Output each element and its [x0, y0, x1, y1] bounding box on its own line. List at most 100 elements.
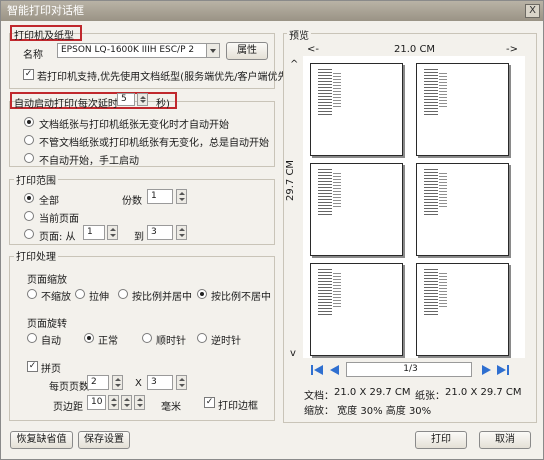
auto-start-title: 自动启动打印(每次延时 — [14, 99, 118, 110]
range-pages-radio[interactable] — [24, 229, 34, 239]
per-page-x-input[interactable]: 2 — [87, 375, 109, 390]
preview-page-1 — [310, 63, 403, 156]
properties-button[interactable]: 属性 — [226, 42, 268, 60]
scale-stretch-radio[interactable] — [75, 289, 85, 299]
height-arrow-bottom: v — [290, 348, 296, 359]
page-text-lines — [333, 173, 341, 209]
print-button[interactable]: 打印 — [415, 431, 467, 449]
page-text-lines — [424, 69, 438, 115]
scale-fit-nocenter-radio[interactable] — [197, 289, 207, 299]
save-settings-button[interactable]: 保存设置 — [78, 431, 130, 449]
rotate-clockwise-radio[interactable] — [142, 333, 152, 343]
scale-option-label: 拉伸 — [89, 292, 109, 303]
page-indicator-value: 1/3 — [403, 364, 418, 374]
width-arrow-left: <- — [307, 44, 319, 55]
preview-page-2 — [416, 63, 509, 156]
preview-page-5 — [310, 263, 403, 356]
use-doc-paper-checkbox[interactable]: ✓ — [23, 69, 34, 80]
scale-fit-center-radio[interactable] — [118, 289, 128, 299]
cancel-button[interactable]: 取消 — [479, 431, 531, 449]
scale-option-label: 不缩放 — [41, 292, 71, 303]
height-arrow-top: ^ — [290, 59, 299, 70]
to-page-spinner[interactable] — [176, 225, 187, 240]
margin-unit: 毫米 — [161, 402, 181, 413]
use-doc-paper-label: 若打印机支持,优先使用文档纸型(服务端优先/客户端优先) — [37, 72, 292, 83]
prev-page-icon[interactable] — [329, 364, 341, 376]
rotate-title: 页面旋转 — [27, 319, 67, 330]
preview-page-4 — [416, 163, 509, 256]
copies-input[interactable]: 1 — [147, 189, 173, 204]
print-dialog: 智能打印对话框 X 打印机及纸型 名称 EPSON LQ-1600K IIIH … — [0, 0, 544, 460]
copies-value: 1 — [151, 191, 157, 201]
range-pages-label: 页面: 从 — [39, 232, 76, 243]
width-arrow-right: -> — [506, 44, 518, 55]
margin-input[interactable]: 10 — [87, 395, 106, 410]
margin-label: 页边距 — [53, 402, 83, 413]
processing-title: 打印处理 — [14, 248, 58, 263]
printer-name-label: 名称 — [23, 50, 43, 61]
page-text-lines — [439, 173, 447, 209]
auto-start-option-always[interactable] — [24, 135, 34, 145]
margin-spinner-a[interactable] — [108, 395, 119, 410]
delay-spinner[interactable] — [137, 93, 148, 106]
per-page-x-label: X — [135, 378, 142, 389]
margin-spinner-c[interactable] — [134, 395, 145, 410]
printer-group-title: 打印机及纸型 — [14, 31, 74, 42]
rotate-option-label: 逆时针 — [211, 336, 241, 347]
paper-size-value: 21.0 X 29.7 CM — [445, 387, 522, 398]
rotate-counterclockwise-radio[interactable] — [197, 333, 207, 343]
combine-pages-label: 拼页 — [41, 364, 61, 375]
chevron-down-icon[interactable] — [206, 44, 219, 57]
from-page-value: 1 — [87, 227, 93, 237]
rotate-option-label: 正常 — [98, 336, 118, 347]
to-page-value: 3 — [151, 227, 157, 237]
preview-page-3 — [310, 163, 403, 256]
to-page-input[interactable]: 3 — [147, 225, 173, 240]
printer-select[interactable]: EPSON LQ-1600K IIIH ESC/P 2 — [57, 43, 220, 58]
range-all-radio[interactable] — [24, 193, 34, 203]
per-page-x-spinner[interactable] — [112, 375, 123, 390]
margin-value: 10 — [91, 397, 103, 407]
close-button[interactable]: X — [525, 4, 540, 18]
scale-title: 页面缩放 — [27, 275, 67, 286]
doc-size-value: 21.0 X 29.7 CM — [334, 387, 411, 398]
preview-title: 预览 — [287, 27, 311, 42]
last-page-icon[interactable] — [496, 364, 510, 376]
preview-page-6 — [416, 263, 509, 356]
page-indicator[interactable]: 1/3 — [346, 362, 472, 377]
first-page-icon[interactable] — [311, 364, 325, 376]
auto-start-option-label: 不自动开始，手工启动 — [39, 156, 139, 167]
per-page-y-value: 3 — [151, 377, 157, 387]
delay-input[interactable]: 5 — [117, 93, 135, 106]
printer-select-value: EPSON LQ-1600K IIIH ESC/P 2 — [61, 45, 195, 55]
range-current-label: 当前页面 — [39, 214, 79, 225]
auto-start-option-no-change[interactable] — [24, 117, 34, 127]
per-page-y-input[interactable]: 3 — [147, 375, 173, 390]
restore-defaults-button[interactable]: 恢复缺省值 — [10, 431, 73, 449]
from-page-input[interactable]: 1 — [83, 225, 105, 240]
rotate-normal-radio[interactable] — [84, 333, 94, 343]
width-label: 21.0 CM — [394, 44, 436, 55]
next-page-icon[interactable] — [480, 364, 492, 376]
range-current-radio[interactable] — [24, 211, 34, 221]
page-text-lines — [318, 269, 332, 315]
combine-pages-checkbox[interactable]: ✓ — [27, 361, 38, 372]
page-text-lines — [424, 169, 438, 215]
scale-readout: 缩放： 宽度 30% 高度 30% — [304, 406, 432, 417]
title-bar: 智能打印对话框 — [1, 1, 543, 21]
rotate-option-label: 自动 — [41, 336, 61, 347]
window-title: 智能打印对话框 — [7, 4, 84, 17]
rotate-auto-radio[interactable] — [27, 333, 37, 343]
from-page-spinner[interactable] — [107, 225, 118, 240]
scale-option-label: 按比例并居中 — [132, 292, 192, 303]
print-border-checkbox[interactable]: ✓ — [204, 397, 215, 408]
auto-start-title-suffix: 秒) — [156, 99, 170, 110]
scale-none-radio[interactable] — [27, 289, 37, 299]
page-text-lines — [439, 273, 447, 309]
to-label: 到 — [134, 232, 144, 243]
per-page-y-spinner[interactable] — [176, 375, 187, 390]
page-text-lines — [333, 73, 341, 109]
auto-start-option-manual[interactable] — [24, 153, 34, 163]
copies-spinner[interactable] — [176, 189, 187, 204]
margin-spinner-b[interactable] — [121, 395, 132, 410]
